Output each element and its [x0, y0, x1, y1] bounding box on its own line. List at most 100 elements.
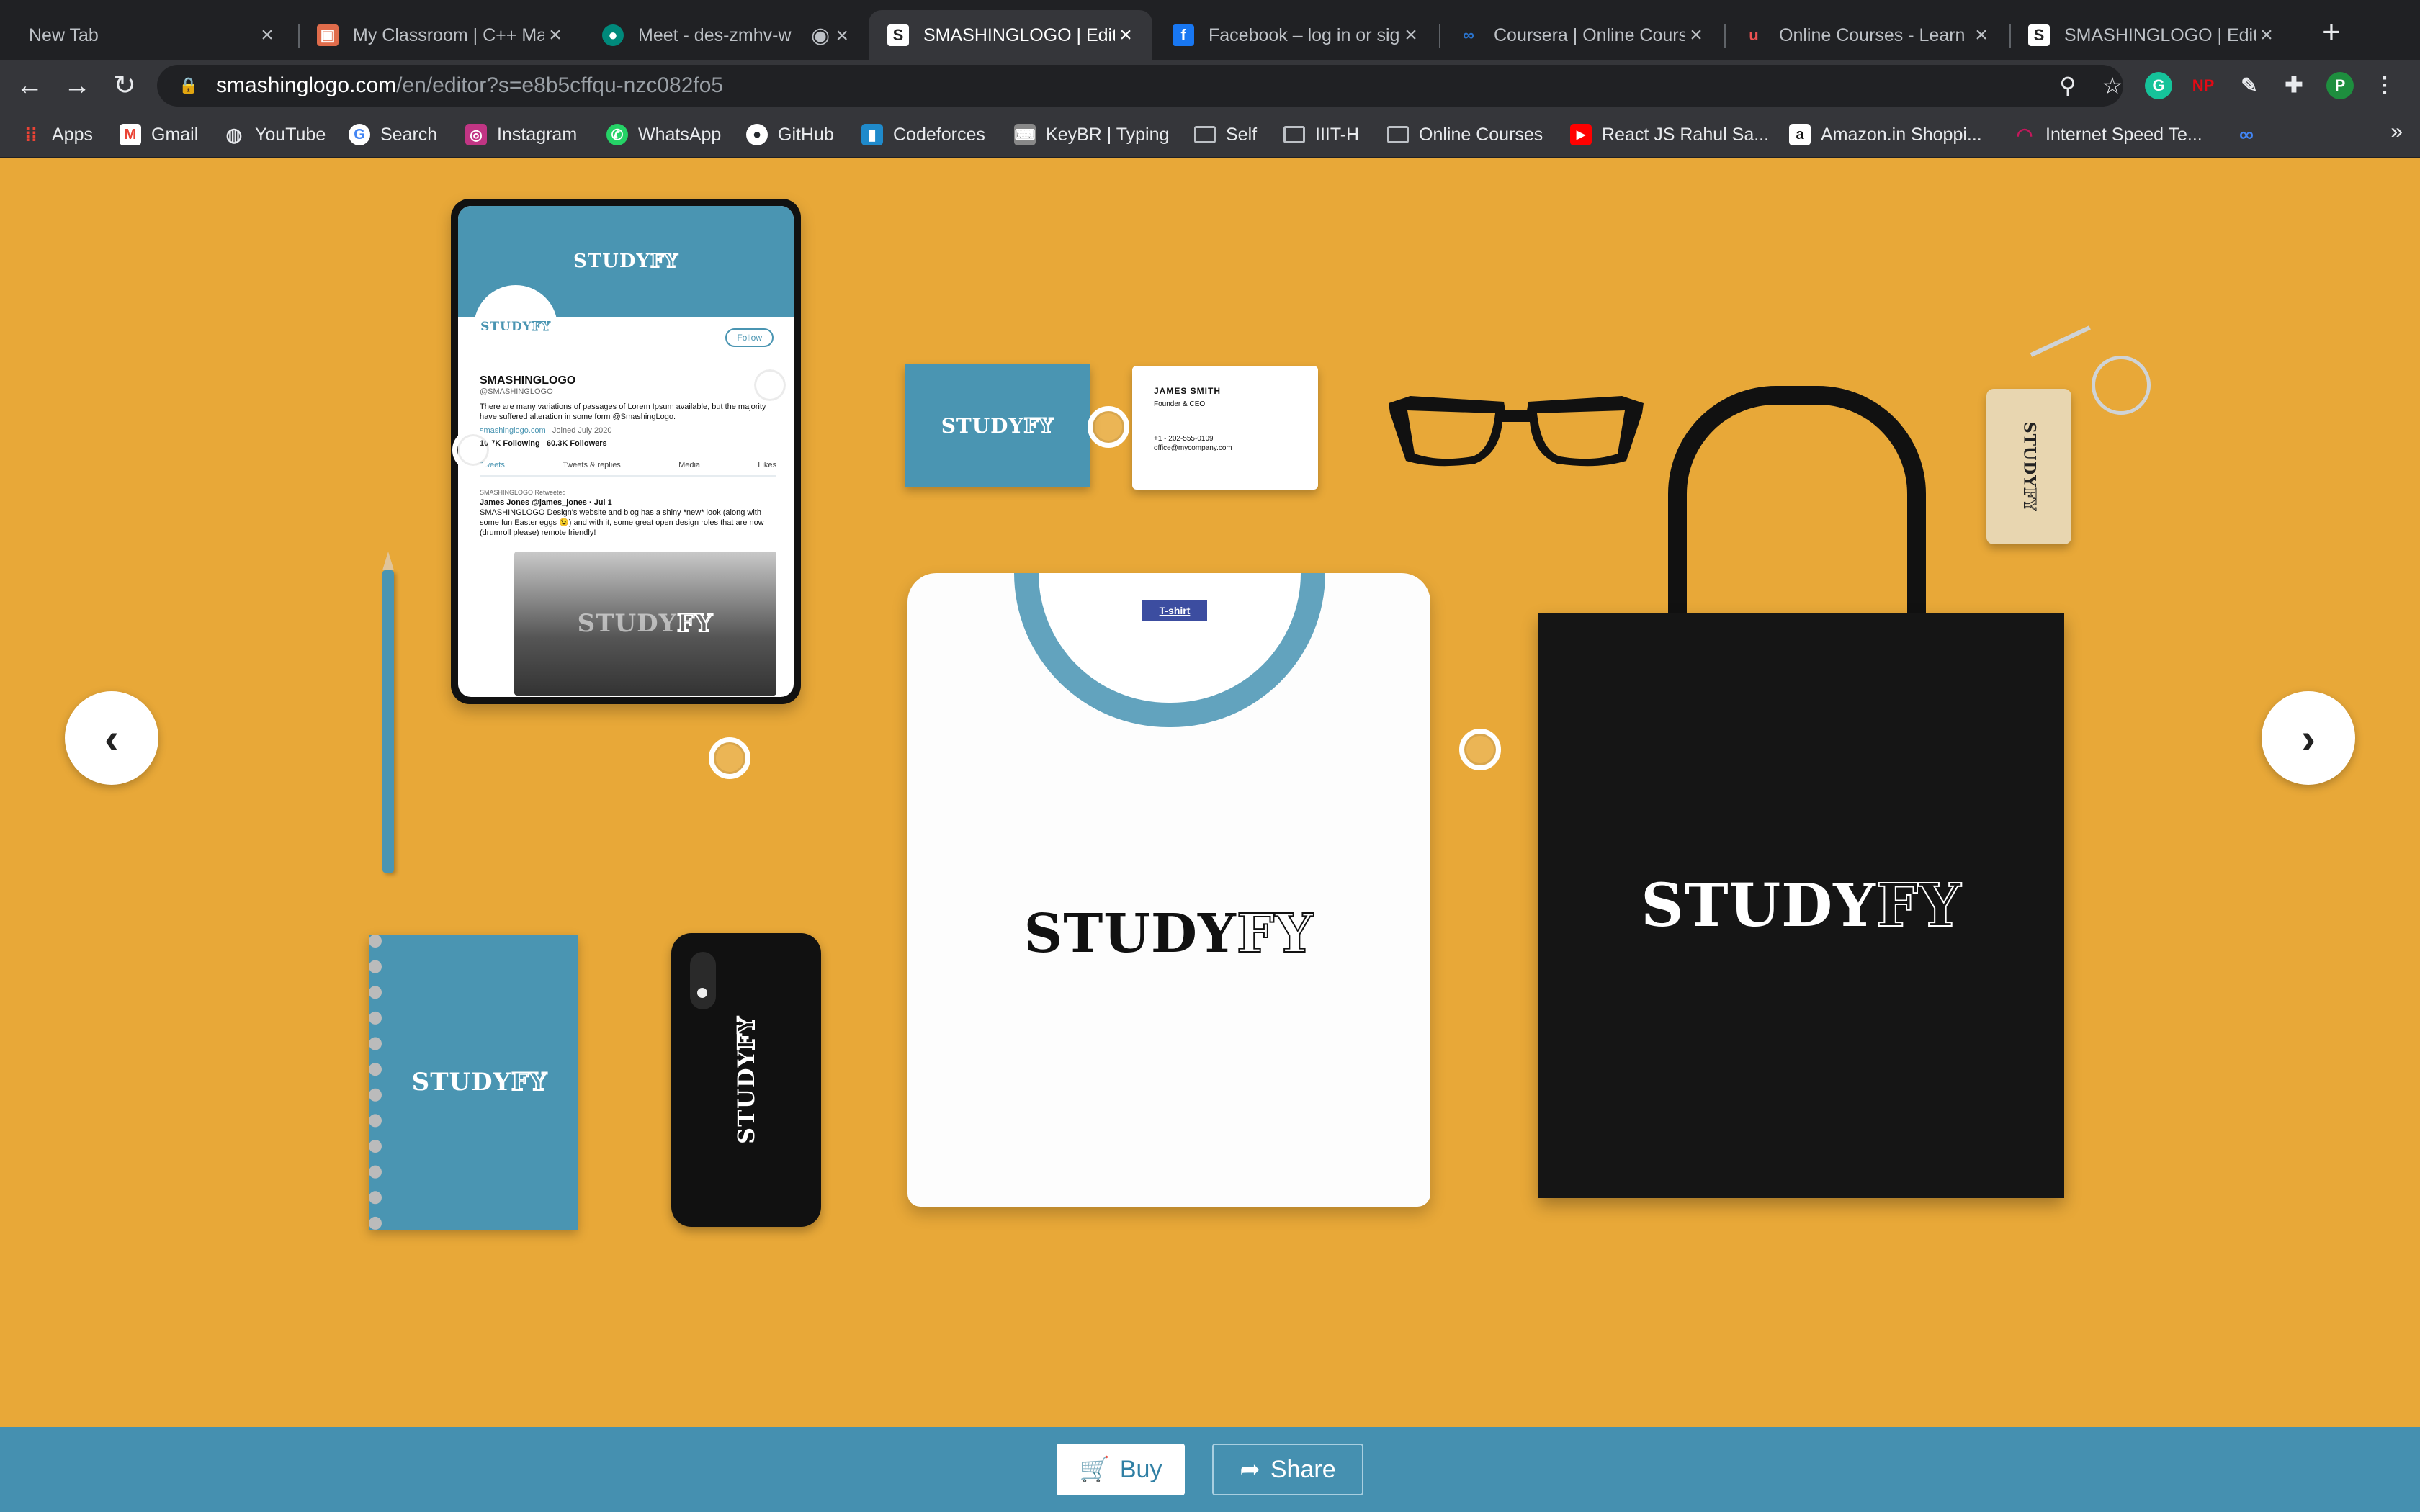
tote-bag-mockup[interactable]: STUDYFY — [1538, 613, 2064, 1198]
twitter-post: SMASHINGLOGO Retweeted James Jones @jame… — [480, 489, 764, 537]
profile-avatar[interactable]: P — [2326, 72, 2354, 99]
smashinglogo-favicon-icon: S — [2028, 24, 2050, 46]
coursera-favicon-icon: ∞ — [1463, 26, 1474, 44]
twitter-meta: smashinglogo.com Joined July 2020 — [480, 426, 612, 435]
pen-extension-icon[interactable]: ✎ — [2236, 72, 2263, 99]
card-role: Founder & CEO — [1154, 400, 1206, 408]
globe-icon: ◍ — [225, 123, 243, 145]
bookmark-amazon[interactable]: a Amazon.in Shoppi... — [1789, 120, 1982, 150]
bookmark-folder-iiith[interactable]: IIIT-H — [1283, 120, 1359, 150]
bookmark-keybr[interactable]: ⌨ KeyBR | Typing — [1014, 120, 1169, 150]
reload-icon[interactable]: ↻ — [105, 66, 144, 105]
brand-logo: STUDYFY — [480, 320, 551, 335]
phone-camera — [690, 952, 716, 1009]
bookmark-label: Search — [380, 124, 438, 145]
bookmark-label: Amazon.in Shoppi... — [1821, 124, 1982, 145]
tab-title: New Tab — [29, 24, 99, 45]
buy-button[interactable]: 🛒 Buy — [1057, 1444, 1185, 1495]
tab-my-classroom[interactable]: ▣ My Classroom | C++ Ma × — [298, 10, 582, 60]
instagram-icon: ◎ — [465, 124, 487, 145]
hotspot-tshirt[interactable] — [1459, 729, 1501, 770]
keychain-tag-mockup[interactable]: STUDYFY — [1986, 389, 2071, 544]
hotspot-business-card[interactable] — [1088, 406, 1129, 448]
bookmark-label: Online Courses — [1419, 124, 1543, 145]
new-tab-plus-icon[interactable]: + — [2312, 13, 2351, 52]
bottom-action-bar: 🛒 Buy ➦ Share — [0, 1427, 2420, 1512]
business-card-front[interactable]: STUDYFY — [905, 364, 1090, 487]
close-icon[interactable]: × — [1400, 23, 1422, 48]
bookmark-react-js[interactable]: ▶ React JS Rahul Sa... — [1570, 120, 1769, 150]
tshirt-collar — [1014, 573, 1325, 727]
bookmark-label: Apps — [52, 124, 93, 145]
bookmark-coursera[interactable]: ∞ — [2236, 120, 2267, 150]
brand-logo: STUDYFY — [577, 608, 714, 639]
tab-smashinglogo-2[interactable]: S SMASHINGLOGO | Edito × — [2009, 10, 2293, 60]
close-icon[interactable]: × — [1971, 23, 1992, 48]
whatsapp-icon: ✆ — [606, 124, 628, 145]
star-bookmark-icon[interactable]: ☆ — [2097, 71, 2128, 101]
close-icon[interactable]: × — [544, 23, 566, 48]
recording-indicator-icon: ◉ × — [810, 23, 849, 48]
card-name: JAMES SMITH — [1154, 386, 1222, 396]
bookmark-codeforces[interactable]: ▮ Codeforces — [861, 120, 985, 150]
forward-arrow-icon[interactable]: → — [58, 66, 97, 105]
kebab-menu-icon[interactable]: ⋮ — [2371, 72, 2398, 99]
zoom-icon[interactable]: ⚲ — [2053, 71, 2083, 101]
share-label: Share — [1270, 1455, 1336, 1483]
folder-icon — [1283, 126, 1305, 143]
brand-logo: STUDYFY — [1023, 902, 1314, 966]
bookmark-github[interactable]: ● GitHub — [746, 120, 834, 150]
pencil-mockup — [382, 552, 394, 873]
twitter-post-photo: STUDYFY — [514, 552, 776, 696]
facebook-favicon-icon: f — [1173, 24, 1194, 46]
close-icon[interactable]: × — [1115, 23, 1137, 48]
tablet-mockup[interactable]: STUDYFY STUDYFY Follow SMASHINGLOGO @SMA… — [451, 199, 801, 704]
brand-logo: STUDYFY — [732, 1015, 761, 1144]
twitter-tabs: Tweets Tweets & replies Media Likes — [480, 461, 776, 477]
bookmark-youtube[interactable]: ◍ YouTube — [223, 120, 326, 150]
close-icon[interactable]: × — [2256, 23, 2277, 48]
bookmark-apps[interactable]: ⁞⁞ Apps — [20, 120, 93, 150]
hotspot-tablet-photo[interactable] — [709, 737, 750, 779]
netflix-party-icon[interactable]: NP — [2190, 72, 2217, 99]
bookmark-label: WhatsApp — [638, 124, 722, 145]
tab-smashinglogo-active[interactable]: S SMASHINGLOGO | Edito × — [869, 10, 1152, 60]
phone-case-mockup[interactable]: STUDYFY — [671, 933, 821, 1227]
business-card-back[interactable]: JAMES SMITH Founder & CEO +1 - 202-555-0… — [1132, 366, 1318, 490]
tab-facebook[interactable]: f Facebook – log in or sig × — [1154, 10, 1438, 60]
bookmark-label: Self — [1226, 124, 1258, 145]
tab-title: Online Courses - Learn — [1779, 24, 1966, 45]
bookmark-label: Instagram — [497, 124, 578, 145]
bookmark-folder-online-courses[interactable]: Online Courses — [1387, 120, 1543, 150]
chevron-double-right-icon[interactable]: » — [2390, 120, 2403, 144]
notebook-mockup[interactable]: STUDYFY — [369, 935, 578, 1230]
bookmarks-bar: ⁞⁞ Apps M Gmail ◍ YouTube G Search ◎ Instagra… — [0, 111, 2420, 158]
next-arrow-button[interactable]: › — [2262, 691, 2355, 785]
tab-new-tab[interactable]: New Tab × — [10, 10, 294, 60]
tab-coursera[interactable]: ∞ Coursera | Online Cours × — [1439, 10, 1723, 60]
hotspot-tablet-top[interactable] — [749, 364, 791, 406]
bookmark-label: Internet Speed Te... — [2045, 124, 2202, 145]
tab-meet[interactable]: ● Meet - des-zmhv-w ◉ × — [583, 10, 867, 60]
tshirt-mockup[interactable]: T-shirt STUDYFY — [908, 573, 1430, 1207]
previous-arrow-button[interactable]: ‹ — [65, 691, 158, 785]
share-arrow-icon: ➦ — [1240, 1456, 1260, 1483]
twitter-name: SMASHINGLOGO — [480, 374, 576, 387]
share-button[interactable]: ➦ Share — [1212, 1444, 1363, 1495]
address-bar[interactable]: 🔒 smashinglogo.com/en/editor?s=e8b5cffqu… — [157, 65, 2123, 107]
hotspot-tablet-avatar[interactable] — [452, 429, 494, 471]
grammarly-icon[interactable]: G — [2145, 72, 2172, 99]
smashinglogo-favicon-icon: S — [887, 24, 909, 46]
bookmark-instagram[interactable]: ◎ Instagram — [465, 120, 577, 150]
bookmark-search[interactable]: G Search — [349, 120, 437, 150]
extensions-puzzle-icon[interactable]: ✚ — [2280, 72, 2308, 99]
bookmark-folder-self[interactable]: Self — [1194, 120, 1257, 150]
close-icon[interactable]: × — [1685, 23, 1707, 48]
bookmark-whatsapp[interactable]: ✆ WhatsApp — [606, 120, 721, 150]
tab-title: SMASHINGLOGO | Edito — [923, 24, 1115, 45]
tab-udemy[interactable]: u Online Courses - Learn × — [1724, 10, 2008, 60]
back-arrow-icon[interactable]: ← — [10, 66, 49, 105]
bookmark-gmail[interactable]: M Gmail — [120, 120, 198, 150]
bookmark-speedtest[interactable]: ◠ Internet Speed Te... — [2014, 120, 2202, 150]
close-icon[interactable]: × — [256, 23, 278, 48]
